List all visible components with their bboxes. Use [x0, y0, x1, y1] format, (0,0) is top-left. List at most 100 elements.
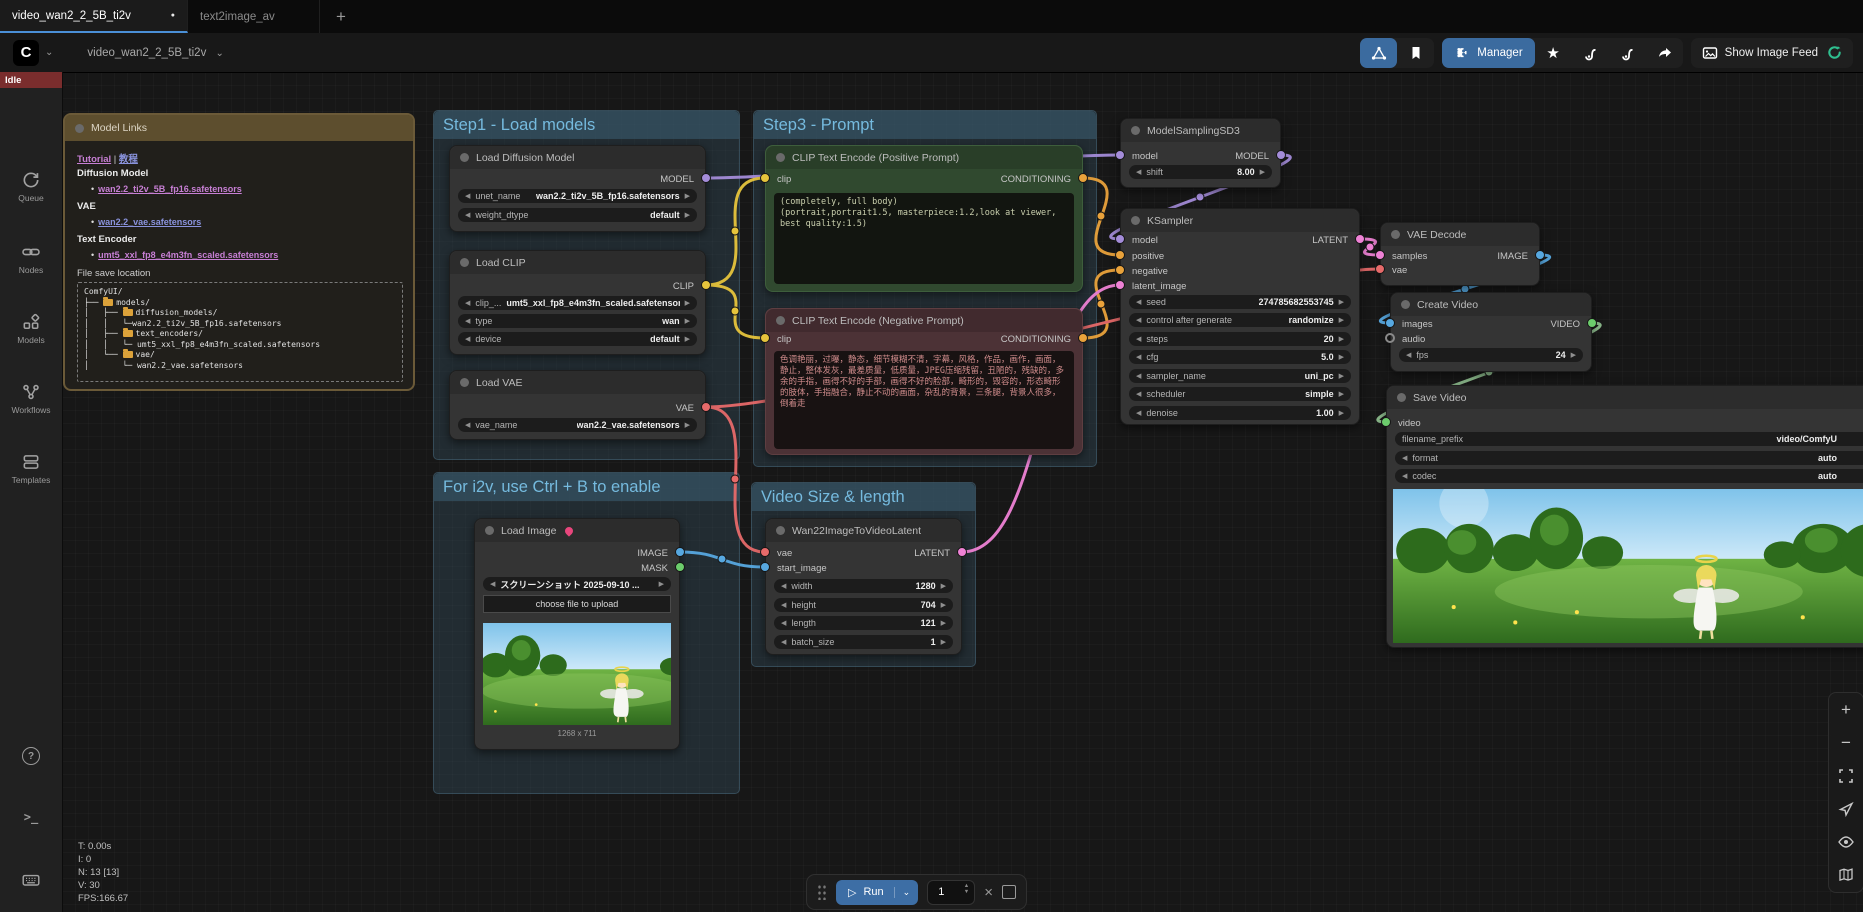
select-mode-button[interactable]: [1833, 796, 1859, 822]
port-start-image-input[interactable]: [760, 562, 770, 572]
port-positive-input[interactable]: [1115, 250, 1125, 260]
node-create-video[interactable]: Create Video imagesVIDEO audio ◀fps24▶: [1390, 292, 1592, 372]
port-video-output[interactable]: [1587, 318, 1597, 328]
widget-batch-size[interactable]: ◀batch_size1▶: [774, 635, 953, 649]
node-load-diffusion-model[interactable]: Load Diffusion Model MODEL ◀unet_namewan…: [449, 145, 706, 232]
sidebar-item-models[interactable]: Models: [0, 312, 62, 345]
port-latent-output-ksampler[interactable]: [1355, 234, 1365, 244]
port-latent-output-wan22[interactable]: [957, 547, 967, 557]
widget-device[interactable]: ◀devicedefault▶: [458, 332, 697, 346]
widget-cfg[interactable]: ◀cfg5.0▶: [1129, 350, 1351, 364]
help-button[interactable]: ?: [0, 747, 62, 765]
collapse-dot-icon[interactable]: [776, 526, 785, 535]
port-model-input-ksampler[interactable]: [1115, 234, 1125, 244]
collapse-dot-icon[interactable]: [1131, 216, 1140, 225]
widget-seed[interactable]: ◀seed274785682553745▶: [1129, 295, 1351, 309]
node-positive-prompt[interactable]: CLIP Text Encode (Positive Prompt) clipC…: [765, 145, 1083, 292]
node-ksampler[interactable]: KSampler modelLATENT positive negative l…: [1120, 208, 1360, 425]
port-model-output-sd3[interactable]: [1276, 150, 1286, 160]
drag-handle[interactable]: [817, 884, 827, 900]
widget-height[interactable]: ◀height704▶: [774, 598, 953, 612]
port-mask-output-loadimage[interactable]: [675, 562, 685, 572]
node-negative-prompt[interactable]: CLIP Text Encode (Negative Prompt) clipC…: [765, 308, 1083, 455]
node-save-video[interactable]: Save Video video filename_prefixvideo/Co…: [1386, 385, 1863, 648]
port-conditioning-output-negative[interactable]: [1078, 333, 1088, 343]
run-options-dropdown[interactable]: ⌄: [894, 887, 919, 898]
star-button[interactable]: ★: [1535, 38, 1572, 68]
choose-file-button[interactable]: choose file to upload: [483, 595, 671, 613]
widget-codec[interactable]: ◀codecauto: [1395, 469, 1863, 483]
widget-length[interactable]: ◀length121▶: [774, 616, 953, 630]
vacuum-button-1[interactable]: [1572, 38, 1609, 68]
clear-queue-button[interactable]: ×: [984, 884, 993, 901]
tutorial-link[interactable]: Tutorial: [77, 154, 111, 165]
node-load-clip[interactable]: Load CLIP CLIP ◀clip_...umt5_xxl_fp8_e4m…: [449, 250, 706, 355]
collapse-dot-icon[interactable]: [460, 378, 469, 387]
widget-fps[interactable]: ◀fps24▶: [1399, 348, 1583, 362]
sidebar-item-queue[interactable]: Queue: [0, 170, 62, 203]
port-image-output-decode[interactable]: [1535, 250, 1545, 260]
collapse-dot-icon[interactable]: [460, 153, 469, 162]
negative-prompt-textarea[interactable]: 色调艳丽，过曝，静态，细节模糊不清，字幕，风格，作品，画作，画面，静止，整体发灰…: [774, 351, 1074, 449]
port-video-input-save[interactable]: [1381, 417, 1391, 427]
terminal-button[interactable]: >_: [0, 810, 62, 824]
widget-weight-dtype[interactable]: ◀weight_dtypedefault▶: [458, 208, 697, 222]
batch-count-input[interactable]: 1 ▲▼: [927, 880, 975, 905]
widget-steps[interactable]: ◀steps20▶: [1129, 332, 1351, 346]
port-latent-image-input[interactable]: [1115, 280, 1125, 290]
model-link[interactable]: umt5_xxl_fp8_e4m3fn_scaled.safetensors: [98, 250, 278, 260]
collapse-dot-icon[interactable]: [1131, 126, 1140, 135]
workflow-name-selector[interactable]: video_wan2_2_5B_ti2v ⌄: [87, 47, 230, 59]
tab-video-wan[interactable]: video_wan2_2_5B_ti2v ●: [0, 0, 188, 33]
port-clip-input-negative[interactable]: [760, 333, 770, 343]
collapse-dot-icon[interactable]: [460, 258, 469, 267]
comfyui-logo[interactable]: C: [13, 40, 39, 66]
manager-button[interactable]: Manager: [1442, 38, 1534, 68]
port-images-input[interactable]: [1385, 318, 1395, 328]
port-model-output[interactable]: [701, 173, 711, 183]
widget-scheduler[interactable]: ◀schedulersimple▶: [1129, 387, 1351, 401]
widget-shift[interactable]: ◀shift8.00▶: [1129, 165, 1272, 179]
widget-image-combo[interactable]: ◀スクリーンショット 2025-09-10 ...▶: [483, 577, 671, 591]
sidebar-item-workflows[interactable]: Workflows: [0, 382, 62, 415]
widget-clip-name[interactable]: ◀clip_...umt5_xxl_fp8_e4m3fn_scaled.safe…: [458, 296, 697, 310]
port-audio-input[interactable]: [1385, 333, 1395, 343]
collapse-dot-icon[interactable]: [1401, 300, 1410, 309]
widget-format[interactable]: ◀formatauto: [1395, 451, 1863, 465]
shortcuts-button[interactable]: [0, 870, 62, 890]
node-model-links[interactable]: Model Links Tutorial | 教程 Diffusion Mode…: [63, 113, 415, 391]
port-negative-input[interactable]: [1115, 265, 1125, 275]
graph-view-button[interactable]: [1360, 38, 1397, 68]
widget-denoise[interactable]: ◀denoise1.00▶: [1129, 406, 1351, 420]
group-video-size-title[interactable]: Video Size & length: [752, 483, 975, 511]
widget-sampler-name[interactable]: ◀sampler_nameuni_pc▶: [1129, 369, 1351, 383]
widget-vae-name[interactable]: ◀vae_namewan2.2_vae.safetensors▶: [458, 418, 697, 432]
widget-filename-prefix[interactable]: filename_prefixvideo/ComfyU: [1395, 432, 1863, 446]
node-load-vae[interactable]: Load VAE VAE ◀vae_namewan2.2_vae.safeten…: [449, 370, 706, 440]
node-wan22-image-to-video-latent[interactable]: Wan22ImageToVideoLatent vaeLATENT start_…: [765, 518, 962, 655]
collapse-dot-icon[interactable]: [776, 153, 785, 162]
node-load-image[interactable]: Load Image IMAGE MASK ◀スクリーンショット 2025-09…: [474, 518, 680, 750]
collapse-dot-icon[interactable]: [1391, 230, 1400, 239]
tab-text2image[interactable]: text2image_av: [188, 0, 320, 33]
video-preview[interactable]: [1393, 489, 1863, 643]
group-step3-title[interactable]: Step3 - Prompt: [754, 111, 1096, 139]
vacuum-button-2[interactable]: [1609, 38, 1646, 68]
minimap-button[interactable]: [1833, 862, 1859, 888]
widget-control-after-generate[interactable]: ◀control after generaterandomize▶: [1129, 313, 1351, 327]
collapse-dot-icon[interactable]: [75, 124, 84, 133]
sidebar-item-templates[interactable]: Templates: [0, 452, 62, 485]
group-i2v-title[interactable]: For i2v, use Ctrl + B to enable: [434, 473, 739, 501]
port-clip-output[interactable]: [701, 280, 711, 290]
port-samples-input[interactable]: [1375, 250, 1385, 260]
collapse-dot-icon[interactable]: [1397, 393, 1406, 402]
run-button[interactable]: ▷Run ⌄: [836, 880, 918, 905]
share-button[interactable]: [1646, 38, 1683, 68]
tutorial-link-zh[interactable]: 教程: [119, 154, 138, 165]
port-clip-input-positive[interactable]: [760, 173, 770, 183]
port-model-input-sd3[interactable]: [1115, 150, 1125, 160]
fit-view-button[interactable]: [1833, 763, 1859, 789]
collapse-dot-icon[interactable]: [485, 526, 494, 535]
group-step1-title[interactable]: Step1 - Load models: [434, 111, 739, 139]
show-image-feed-button[interactable]: Show Image Feed: [1725, 47, 1818, 59]
